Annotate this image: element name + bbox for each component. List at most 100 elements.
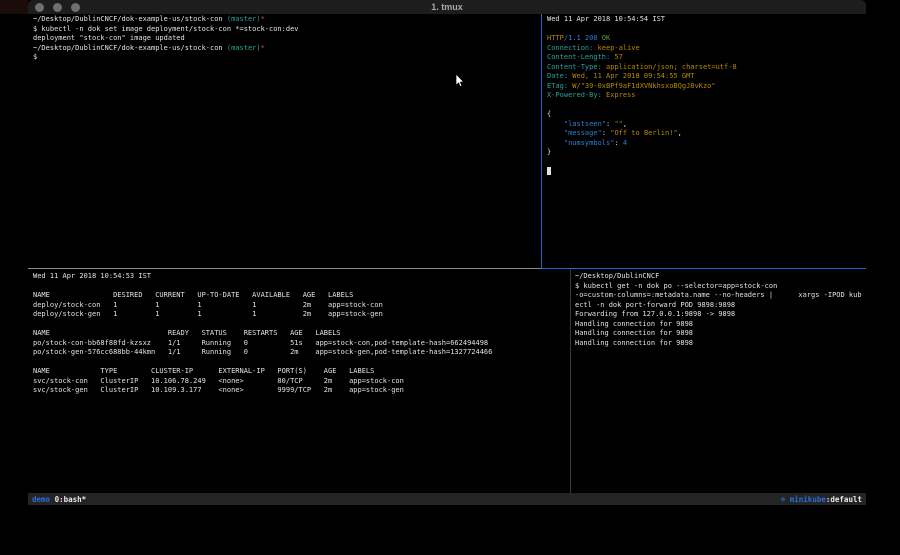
pane-port-forward[interactable]: ~/Desktop/DublinCNCF $ kubectl get -n dok… xyxy=(572,270,866,493)
terminal-text-segment: W/"39-0xBPf9aF1dXVNkhsxoBQgJ8vKzo" xyxy=(568,82,716,90)
terminal-line: $ xyxy=(33,53,541,63)
terminal-text-segment: , xyxy=(678,129,682,137)
status-right: ☸ minikube:default xyxy=(781,495,862,504)
terminal-text-segment: -o=custom-columns=:metadata.name --no-he… xyxy=(575,291,862,299)
terminal-text-segment: svc/stock-con ClusterIP 10.106.78.249 <n… xyxy=(33,377,404,385)
terminal-text-segment: "numsymbols" xyxy=(547,139,614,147)
terminal-line: Forwarding from 127.0.0.1:9898 -> 9898 xyxy=(575,310,866,320)
terminal-text-segment: application/json; charset=utf-8 xyxy=(602,63,737,71)
desktop-corner-gap xyxy=(0,0,28,14)
terminal-text-segment: po/stock-con-bb68f88fd-kzsxz 1/1 Running… xyxy=(33,339,488,347)
terminal-text-segment: $ kubectl -n dok set image deployment/st… xyxy=(33,25,299,33)
terminal-text-segment: Handling connection for 9898 xyxy=(575,329,693,337)
terminal-line: "numsymbols": 4 xyxy=(547,139,866,149)
window-tab-label[interactable]: 0:bash* xyxy=(55,495,87,504)
terminal-text-segment: deployment "stock-con" image updated xyxy=(33,34,185,42)
terminal-text-segment: : xyxy=(602,129,610,137)
terminal-line: Wed 11 Apr 2018 10:54:53 IST xyxy=(33,272,570,282)
terminal-text-segment: keep-alive xyxy=(593,44,639,52)
tmux-status-bar[interactable]: demo 0:bash* ☸ minikube:default xyxy=(28,493,866,505)
terminal-line xyxy=(547,167,866,177)
terminal-line: $ kubectl -n dok set image deployment/st… xyxy=(33,25,541,35)
terminal-text-segment: NAME TYPE CLUSTER-IP EXTERNAL-IP PORT(S)… xyxy=(33,367,374,375)
pane-border-horizontal-inactive[interactable] xyxy=(28,268,541,269)
terminal-line: Content-Type: application/json; charset=… xyxy=(547,63,866,73)
terminal-line: Connection: keep-alive xyxy=(547,44,866,54)
terminal-text-segment: NAME DESIRED CURRENT UP-TO-DATE AVAILABL… xyxy=(33,291,353,299)
terminal-text-segment: Wed 11 Apr 2018 10:54:53 IST xyxy=(33,272,151,280)
terminal-line: deploy/stock-gen 1 1 1 1 2m app=stock-ge… xyxy=(33,310,570,320)
terminal-text-segment: , xyxy=(623,120,627,128)
terminal-line: Handling connection for 9898 xyxy=(575,339,866,349)
terminal-line: ectl -n dok port-forward POD 9898:9898 xyxy=(575,301,866,311)
window-title: 1. tmux xyxy=(28,2,866,12)
zoom-button[interactable] xyxy=(71,3,80,12)
terminal-line: X-Powered-By: Express xyxy=(547,91,866,101)
terminal-text-segment: Wed 11 Apr 2018 10:54:54 IST xyxy=(547,15,665,23)
terminal-text-segment: $ kubectl get -n dok po --selector=app=s… xyxy=(575,282,777,290)
terminal-line xyxy=(33,320,570,330)
terminal-text-segment: Date: xyxy=(547,72,568,80)
mouse-pointer-icon xyxy=(455,74,465,88)
terminal-text-segment: "message" xyxy=(547,129,602,137)
terminal-text-segment: Handling connection for 9898 xyxy=(575,339,693,347)
terminal-text-segment: Express xyxy=(602,91,636,99)
terminal-line: deployment "stock-con" image updated xyxy=(33,34,541,44)
session-name: demo xyxy=(32,495,50,504)
terminal-line: Wed 11 Apr 2018 10:54:54 IST xyxy=(547,15,866,25)
terminal-text-segment: deploy/stock-gen 1 1 1 1 2m app=stock-ge… xyxy=(33,310,383,318)
terminal-text-segment: Connection: xyxy=(547,44,593,52)
terminal-text-segment: { xyxy=(547,110,551,118)
terminal-line xyxy=(547,25,866,35)
terminal-line: { xyxy=(547,110,866,120)
pane-border-vertical-inactive[interactable] xyxy=(570,270,571,493)
terminal-text-segment: (master) xyxy=(223,15,261,23)
terminal-text-segment: HTTP xyxy=(547,34,564,42)
terminal-line xyxy=(547,158,866,168)
terminal-text-segment: NAME READY STATUS RESTARTS AGE LABELS xyxy=(33,329,341,337)
terminal-text-segment: : xyxy=(614,139,622,147)
terminal-text-segment: ~/Desktop/DublinCNCF/dok-example-us/stoc… xyxy=(33,44,223,52)
terminal-text-segment: ~/Desktop/DublinCNCF xyxy=(575,272,659,280)
pane-http-response[interactable]: Wed 11 Apr 2018 10:54:54 IST HTTP/1.1 20… xyxy=(543,14,866,268)
pane-shell-kubectl-set-image[interactable]: ~/Desktop/DublinCNCF/dok-example-us/stoc… xyxy=(28,14,541,268)
status-left: demo 0:bash* xyxy=(32,495,86,504)
terminal-text-segment: X-Powered-By: xyxy=(547,91,602,99)
terminal-line: ~/Desktop/DublinCNCF/dok-example-us/stoc… xyxy=(33,44,541,54)
terminal-line: NAME READY STATUS RESTARTS AGE LABELS xyxy=(33,329,570,339)
terminal-line: ETag: W/"39-0xBPf9aF1dXVNkhsxoBQgJ8vKzo" xyxy=(547,82,866,92)
terminal-text-segment: } xyxy=(547,148,551,156)
terminal-line: deploy/stock-con 1 1 1 1 2m app=stock-co… xyxy=(33,301,570,311)
terminal-text-segment: * xyxy=(261,15,265,23)
terminal-line: svc/stock-gen ClusterIP 10.109.3.177 <no… xyxy=(33,386,570,396)
terminal-text-segment: 57 xyxy=(610,53,623,61)
terminal-line: po/stock-con-bb68f88fd-kzsxz 1/1 Running… xyxy=(33,339,570,349)
terminal-window: 1. tmux ~/Desktop/DublinCNCF/dok-example… xyxy=(28,0,866,505)
terminal-text-segment: Forwarding from 127.0.0.1:9898 -> 9898 xyxy=(575,310,735,318)
terminal-line: svc/stock-con ClusterIP 10.106.78.249 <n… xyxy=(33,377,570,387)
kubernetes-helm-icon: ☸ xyxy=(781,495,790,504)
terminal-text-segment: "lastseen" xyxy=(547,120,606,128)
terminal-line: Handling connection for 9898 xyxy=(575,320,866,330)
terminal-line: Content-Length: 57 xyxy=(547,53,866,63)
pane-border-horizontal-active[interactable] xyxy=(542,268,866,269)
terminal-text-segment: (master) xyxy=(223,44,261,52)
block-cursor xyxy=(547,167,551,175)
terminal-text-segment: * xyxy=(261,44,265,52)
terminal-line xyxy=(33,358,570,368)
terminal-line: -o=custom-columns=:metadata.name --no-he… xyxy=(575,291,866,301)
pane-kubectl-get-watch[interactable]: Wed 11 Apr 2018 10:54:53 IST NAME DESIRE… xyxy=(28,270,570,493)
terminal-text-segment: Wed, 11 Apr 2018 09:54:55 GMT xyxy=(568,72,694,80)
pane-border-vertical-active[interactable] xyxy=(541,14,542,269)
window-titlebar[interactable]: 1. tmux xyxy=(28,0,866,14)
terminal-line: po/stock-gen-576cc688bb-44kmn 1/1 Runnin… xyxy=(33,348,570,358)
terminal-line xyxy=(33,282,570,292)
traffic-lights xyxy=(35,0,80,14)
terminal-line: NAME DESIRED CURRENT UP-TO-DATE AVAILABL… xyxy=(33,291,570,301)
terminal-text-segment: OK xyxy=(602,34,610,42)
terminal-line: Date: Wed, 11 Apr 2018 09:54:55 GMT xyxy=(547,72,866,82)
close-button[interactable] xyxy=(35,3,44,12)
minimize-button[interactable] xyxy=(53,3,62,12)
terminal-line: "message": "Off to Berlin!", xyxy=(547,129,866,139)
terminal-text-segment: po/stock-gen-576cc688bb-44kmn 1/1 Runnin… xyxy=(33,348,492,356)
